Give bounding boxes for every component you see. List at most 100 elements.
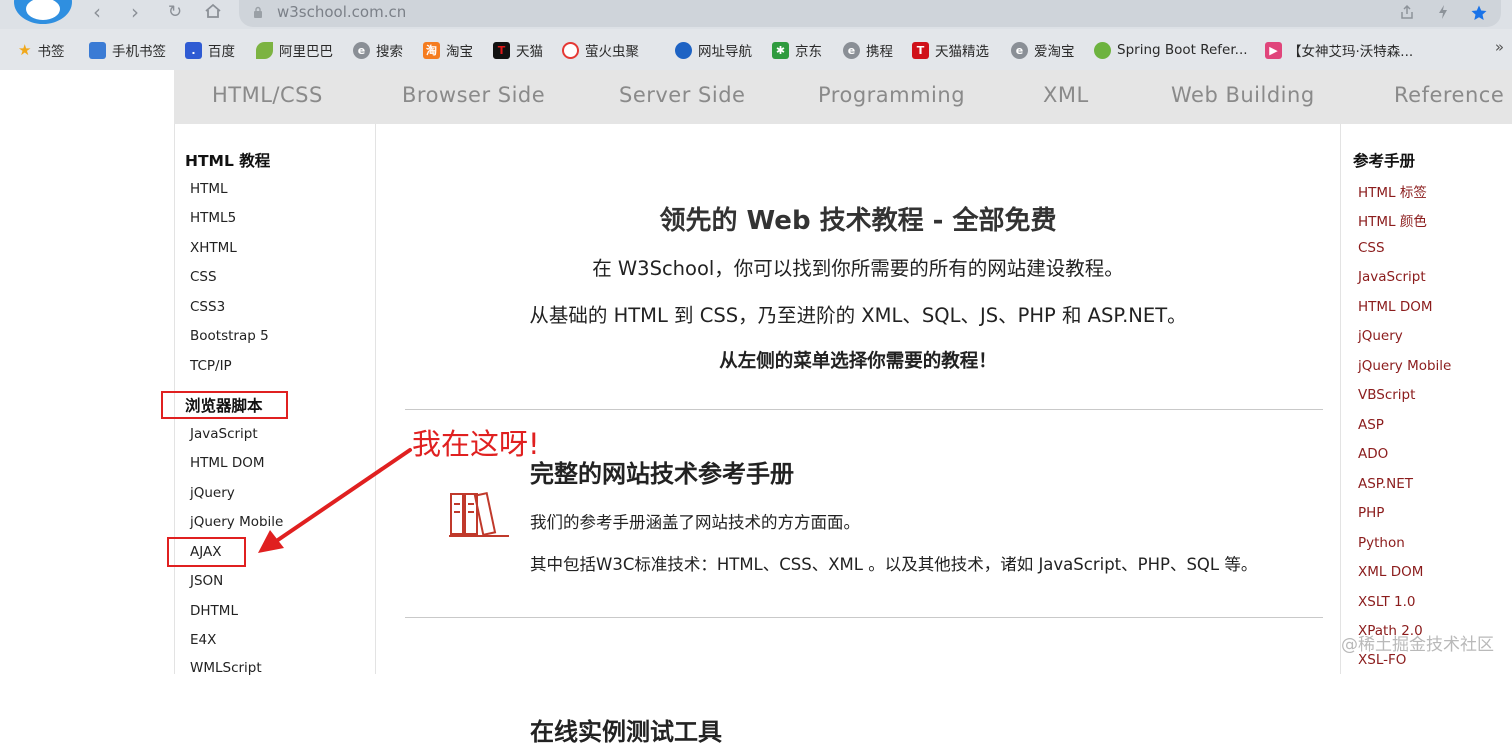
- divider: [405, 409, 1323, 410]
- compass-icon: [675, 41, 692, 59]
- right-sidebar: 参考手册 HTML 标签 HTML 颜色 CSS JavaScript HTML…: [1340, 124, 1512, 674]
- flash-icon[interactable]: [1433, 4, 1453, 24]
- bookmark-item[interactable]: 手机书签: [89, 39, 166, 61]
- spring-leaf-icon: [1094, 41, 1111, 59]
- sidebar-link-html[interactable]: HTML: [190, 181, 228, 197]
- ref-link-ado[interactable]: ADO: [1358, 446, 1388, 462]
- bookmark-star-icon[interactable]: [1469, 4, 1489, 24]
- sidebar-link-json[interactable]: JSON: [190, 573, 223, 589]
- bookmark-item[interactable]: ★ 书签: [18, 39, 64, 61]
- ref-link-php[interactable]: PHP: [1358, 505, 1384, 521]
- bookmark-label: 天猫精选: [935, 44, 989, 60]
- sidebar-link-tcpip[interactable]: TCP/IP: [190, 358, 232, 374]
- bookmark-label: 百度: [208, 44, 235, 60]
- hero-subtitle: 从基础的 HTML 到 CSS，乃至进阶的 XML、SQL、JS、PHP 和 A…: [529, 304, 1187, 327]
- play-icon: ▶: [1265, 41, 1282, 59]
- ref-link-python[interactable]: Python: [1358, 535, 1405, 551]
- sidebar-heading-html: HTML 教程: [185, 152, 271, 170]
- web-page: HTML/CSS Browser Side Server Side Progra…: [0, 70, 1512, 746]
- nav-reference[interactable]: Reference: [1394, 83, 1504, 107]
- annotation-text: 我在这呀!: [412, 427, 540, 461]
- back-icon[interactable]: ‹: [84, 2, 110, 24]
- bookmark-item[interactable]: ▶ 【女神艾玛·沃特森...: [1265, 39, 1413, 61]
- browser-chrome: ‹ › ↻ w3school.com.cn ★ 书签 手机书签 . 百度 阿里巴…: [0, 0, 1512, 70]
- bookmark-item[interactable]: e 携程: [843, 39, 893, 61]
- bookmark-label: 京东: [795, 44, 822, 60]
- ref-link-html-dom[interactable]: HTML DOM: [1358, 299, 1433, 315]
- sidebar-link-css[interactable]: CSS: [190, 269, 217, 285]
- sidebar-link-css3[interactable]: CSS3: [190, 299, 225, 315]
- phone-icon: [89, 41, 106, 59]
- bookmark-label: 阿里巴巴: [279, 44, 333, 60]
- main-content: 领先的 Web 技术教程 - 全部免费 在 W3School，你可以找到你所需要…: [377, 124, 1339, 746]
- annotation-box-browser-script: [161, 391, 288, 419]
- reload-icon[interactable]: ↻: [162, 2, 188, 24]
- bookmark-item[interactable]: Spring Boot Refer...: [1094, 39, 1248, 61]
- bookmark-label: 天猫: [516, 44, 543, 60]
- sidebar-link-html5[interactable]: HTML5: [190, 210, 236, 226]
- ref-link-xml-dom[interactable]: XML DOM: [1358, 564, 1423, 580]
- ref-link-vbscript[interactable]: VBScript: [1358, 387, 1415, 403]
- bookmark-item[interactable]: T 天猫: [493, 39, 543, 61]
- bookmark-label: 搜索: [376, 44, 403, 60]
- bookmark-item[interactable]: 网址导航: [675, 39, 752, 61]
- sidebar-link-e4x[interactable]: E4X: [190, 632, 216, 648]
- reference-technologies: 其中包括W3C标准技术：HTML、CSS、XML 。以及其他技术，诸如 Java…: [530, 555, 1258, 574]
- bookmark-item[interactable]: e 搜索: [353, 39, 403, 61]
- ref-link-xslt[interactable]: XSLT 1.0: [1358, 594, 1416, 610]
- browser-e-icon: e: [1011, 41, 1028, 59]
- nav-xml[interactable]: XML: [1043, 83, 1089, 107]
- bookmark-label: 携程: [866, 44, 893, 60]
- home-icon[interactable]: [200, 2, 226, 24]
- ref-link-jquery-mobile[interactable]: jQuery Mobile: [1358, 358, 1451, 374]
- bookmarks-overflow-icon[interactable]: »: [1495, 38, 1504, 56]
- annotation-arrow-icon: [258, 448, 412, 553]
- browser-e-icon: e: [353, 41, 370, 59]
- sidebar-link-javascript[interactable]: JavaScript: [190, 426, 258, 442]
- bookmark-item[interactable]: 阿里巴巴: [256, 39, 333, 61]
- bookmark-label: 书签: [37, 44, 65, 60]
- tmall-t-icon: T: [912, 41, 929, 59]
- reference-description: 我们的参考手册涵盖了网站技术的方方面面。: [530, 513, 860, 532]
- address-bar[interactable]: w3school.com.cn: [239, 0, 1501, 27]
- bookmark-item[interactable]: 淘 淘宝: [423, 39, 473, 61]
- top-navigation: HTML/CSS Browser Side Server Side Progra…: [174, 70, 1512, 124]
- bookmark-label: 萤火虫聚: [585, 44, 639, 60]
- ref-link-html-colors[interactable]: HTML 颜色: [1358, 210, 1427, 230]
- sidebar-link-xhtml[interactable]: XHTML: [190, 240, 237, 256]
- forward-icon[interactable]: ›: [122, 2, 148, 24]
- sidebar-link-jquery[interactable]: jQuery: [190, 485, 235, 501]
- reference-section-title: 完整的网站技术参考手册: [530, 460, 794, 488]
- bookmark-item[interactable]: ✱ 京东: [772, 39, 822, 61]
- ref-link-javascript[interactable]: JavaScript: [1358, 269, 1426, 285]
- sidebar-link-dhtml[interactable]: DHTML: [190, 603, 238, 619]
- divider: [405, 617, 1323, 618]
- taobao-icon: 淘: [423, 41, 440, 59]
- url-text[interactable]: w3school.com.cn: [277, 3, 406, 21]
- bookmark-item[interactable]: T 天猫精选: [912, 39, 989, 61]
- nav-browser-side[interactable]: Browser Side: [402, 83, 545, 107]
- nav-server-side[interactable]: Server Side: [619, 83, 745, 107]
- ref-link-asp[interactable]: ASP: [1358, 417, 1384, 433]
- ref-link-aspnet[interactable]: ASP.NET: [1358, 476, 1413, 492]
- lock-icon: [254, 6, 262, 18]
- sidebar-link-bootstrap5[interactable]: Bootstrap 5: [190, 328, 269, 344]
- bookmark-label: 爱淘宝: [1034, 44, 1075, 60]
- bookmarks-bar: ★ 书签 手机书签 . 百度 阿里巴巴 e 搜索 淘 淘宝 T 天猫 萤火虫聚 …: [0, 34, 1512, 66]
- ref-link-jquery[interactable]: jQuery: [1358, 328, 1403, 344]
- bookmark-item[interactable]: 萤火虫聚: [562, 39, 639, 61]
- bookmark-label: Spring Boot Refer...: [1117, 42, 1248, 58]
- nav-html-css[interactable]: HTML/CSS: [212, 83, 323, 107]
- bookmark-item[interactable]: e 爱淘宝: [1011, 39, 1075, 61]
- ref-link-css[interactable]: CSS: [1358, 240, 1385, 256]
- firefly-icon: [562, 41, 579, 59]
- nav-programming[interactable]: Programming: [818, 83, 965, 107]
- tools-section-title: 在线实例测试工具: [530, 718, 722, 746]
- leaf-icon: [256, 41, 273, 59]
- bookmark-label: 淘宝: [446, 44, 473, 60]
- reference-heading: 参考手册: [1353, 152, 1416, 170]
- bookmark-item[interactable]: . 百度: [185, 39, 235, 61]
- share-icon[interactable]: [1397, 4, 1417, 24]
- nav-web-building[interactable]: Web Building: [1171, 83, 1315, 107]
- ref-link-html-tags[interactable]: HTML 标签: [1358, 181, 1427, 201]
